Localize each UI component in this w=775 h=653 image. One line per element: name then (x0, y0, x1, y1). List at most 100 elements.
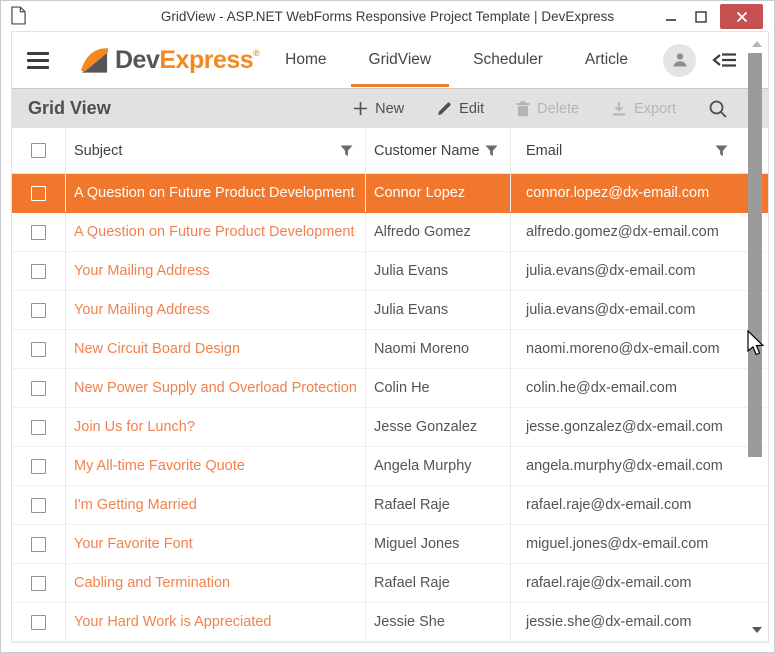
row-checkbox[interactable] (31, 420, 46, 435)
hamburger-menu-icon[interactable] (27, 52, 49, 69)
subject-cell: Your Mailing Address (66, 252, 366, 290)
column-header-customer-name[interactable]: Customer Name (366, 128, 511, 173)
subject-link[interactable]: Your Mailing Address (74, 263, 210, 279)
row-checkbox-cell (12, 603, 66, 641)
subject-link[interactable]: Join Us for Lunch? (74, 419, 195, 435)
row-checkbox[interactable] (31, 537, 46, 552)
column-header-subject[interactable]: Subject (66, 128, 366, 173)
table-row[interactable]: My All-time Favorite Quote Angela Murphy… (12, 447, 768, 486)
row-checkbox[interactable] (31, 186, 46, 201)
filter-icon-customer-name[interactable] (485, 145, 498, 157)
search-icon[interactable] (708, 99, 728, 119)
scroll-down-icon[interactable] (752, 627, 762, 633)
table-row[interactable]: New Power Supply and Overload Protection… (12, 369, 768, 408)
row-checkbox[interactable] (31, 225, 46, 240)
row-checkbox[interactable] (31, 498, 46, 513)
column-label: Subject (74, 143, 122, 159)
user-avatar[interactable] (663, 44, 696, 77)
filter-icon-email[interactable] (715, 145, 728, 157)
email-cell: rafael.raje@dx-email.com (511, 564, 768, 602)
row-checkbox-cell (12, 447, 66, 485)
scroll-up-icon[interactable] (752, 41, 762, 47)
toolbar-buttons: New Edit Delete Export (353, 99, 728, 119)
subject-link[interactable]: My All-time Favorite Quote (74, 458, 245, 474)
vertical-scrollbar[interactable] (747, 33, 766, 641)
table-row[interactable]: A Question on Future Product Development… (12, 213, 768, 252)
table-row[interactable]: Your Mailing Address Julia Evans julia.e… (12, 291, 768, 330)
table-row[interactable]: I'm Getting Married Rafael Raje rafael.r… (12, 486, 768, 525)
subject-link[interactable]: Your Hard Work is Appreciated (74, 614, 271, 630)
pencil-icon (436, 101, 452, 117)
email-cell: alfredo.gomez@dx-email.com (511, 213, 768, 251)
row-checkbox[interactable] (31, 303, 46, 318)
row-checkbox[interactable] (31, 459, 46, 474)
subject-link[interactable]: A Question on Future Product Development (74, 185, 355, 201)
window-controls (660, 4, 763, 29)
customer-name-cell: Connor Lopez (366, 174, 511, 212)
tab-home[interactable]: Home (264, 32, 347, 88)
customer-name-cell: Alfredo Gomez (366, 213, 511, 251)
subject-link[interactable]: Cabling and Termination (74, 575, 230, 591)
subject-link[interactable]: I'm Getting Married (74, 497, 197, 513)
table-row[interactable]: Join Us for Lunch? Jesse Gonzalez jesse.… (12, 408, 768, 447)
devexpress-logo[interactable]: DevExpress® (79, 45, 259, 75)
row-checkbox[interactable] (31, 381, 46, 396)
collapse-panel-icon[interactable] (712, 50, 738, 70)
row-checkbox[interactable] (31, 576, 46, 591)
table-row[interactable]: Your Mailing Address Julia Evans julia.e… (12, 252, 768, 291)
navbar: DevExpress® Home GridView Scheduler Arti… (12, 32, 768, 88)
row-checkbox-cell (12, 369, 66, 407)
page-content: DevExpress® Home GridView Scheduler Arti… (11, 31, 769, 643)
close-button[interactable] (720, 4, 763, 29)
app-window: GridView - ASP.NET WebForms Responsive P… (0, 0, 775, 653)
customer-name-cell: Jesse Gonzalez (366, 408, 511, 446)
email-cell: rafael.raje@dx-email.com (511, 486, 768, 524)
plus-icon (353, 101, 368, 116)
nav-tabs: Home GridView Scheduler Article (264, 32, 649, 88)
table-row[interactable]: Your Favorite Font Miguel Jones miguel.j… (12, 525, 768, 564)
tab-scheduler[interactable]: Scheduler (452, 32, 564, 88)
row-checkbox-cell (12, 564, 66, 602)
export-button[interactable]: Export (611, 101, 676, 117)
subject-cell: Your Hard Work is Appreciated (66, 603, 366, 641)
new-button[interactable]: New (353, 101, 404, 117)
subject-cell: New Power Supply and Overload Protection (66, 369, 366, 407)
email-cell: connor.lopez@dx-email.com (511, 174, 768, 212)
select-all-checkbox[interactable] (31, 143, 46, 158)
subject-link[interactable]: New Power Supply and Overload Protection (74, 380, 357, 396)
row-checkbox[interactable] (31, 342, 46, 357)
filter-icon-subject[interactable] (340, 145, 353, 157)
subject-link[interactable]: Your Mailing Address (74, 302, 210, 318)
row-checkbox[interactable] (31, 264, 46, 279)
trash-icon (516, 101, 530, 117)
tab-article[interactable]: Article (564, 32, 649, 88)
subject-link[interactable]: A Question on Future Product Development (74, 224, 355, 240)
scrollbar-thumb[interactable] (748, 53, 762, 457)
subject-cell: Your Mailing Address (66, 291, 366, 329)
customer-name-cell: Rafael Raje (366, 486, 511, 524)
customer-name-cell: Julia Evans (366, 252, 511, 290)
row-checkbox[interactable] (31, 615, 46, 630)
subject-link[interactable]: Your Favorite Font (74, 536, 193, 552)
table-row[interactable]: A Question on Future Product Development… (12, 174, 768, 213)
subject-cell: I'm Getting Married (66, 486, 366, 524)
delete-button[interactable]: Delete (516, 101, 579, 117)
table-row[interactable]: Cabling and Termination Rafael Raje rafa… (12, 564, 768, 603)
email-cell: julia.evans@dx-email.com (511, 291, 768, 329)
subject-link[interactable]: New Circuit Board Design (74, 341, 240, 357)
maximize-button[interactable] (690, 4, 712, 29)
column-header-email[interactable]: Email (511, 128, 768, 173)
email-cell: naomi.moreno@dx-email.com (511, 330, 768, 368)
minimize-button[interactable] (660, 4, 682, 29)
grid-header-row: Subject Customer Name Email (12, 128, 768, 174)
row-checkbox-cell (12, 291, 66, 329)
email-cell: jessie.she@dx-email.com (511, 603, 768, 641)
customer-name-cell: Angela Murphy (366, 447, 511, 485)
table-row[interactable]: New Circuit Board Design Naomi Moreno na… (12, 330, 768, 369)
grid-toolbar: Grid View New Edit Delete Export (12, 88, 768, 128)
table-row[interactable]: Your Hard Work is Appreciated Jessie She… (12, 603, 768, 642)
tab-gridview[interactable]: GridView (348, 32, 453, 88)
email-cell: angela.murphy@dx-email.com (511, 447, 768, 485)
email-cell: miguel.jones@dx-email.com (511, 525, 768, 563)
edit-button[interactable]: Edit (436, 101, 484, 117)
